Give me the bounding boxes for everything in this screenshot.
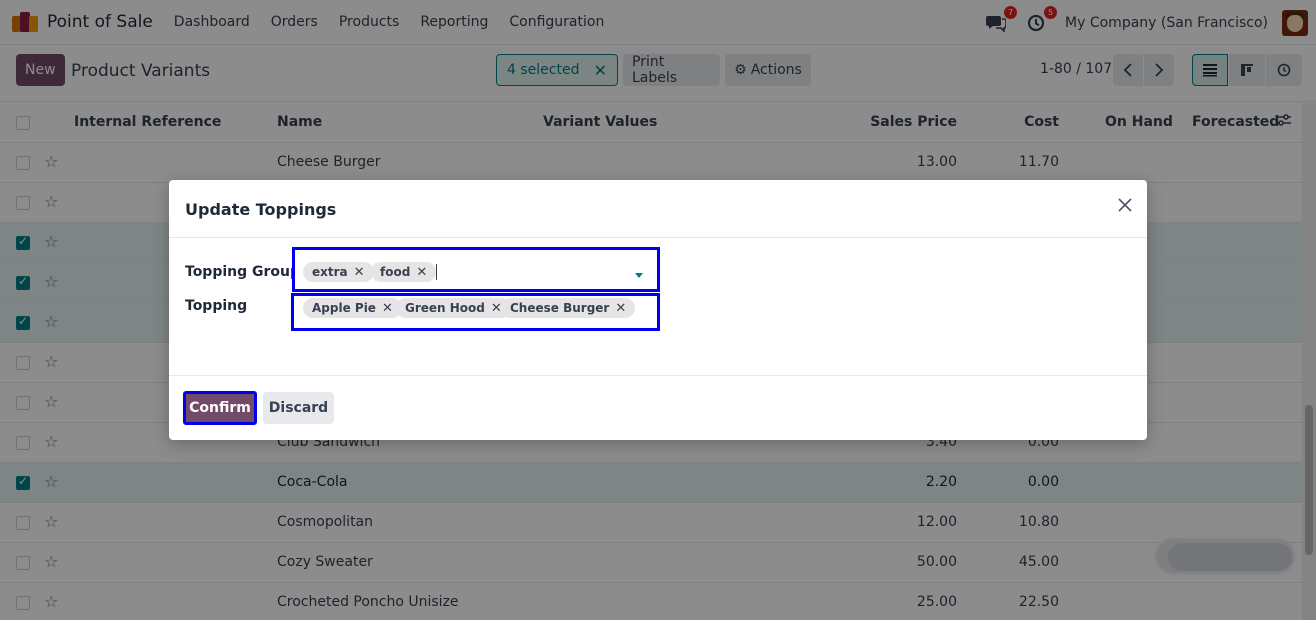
tag-label: food xyxy=(380,265,411,279)
remove-tag-icon[interactable]: ✕ xyxy=(354,265,365,280)
tag-label: Cheese Burger xyxy=(510,301,610,315)
topping-groups-field[interactable]: extra ✕ food ✕ xyxy=(292,247,660,292)
tag-apple-pie: Apple Pie ✕ xyxy=(303,298,402,318)
remove-tag-icon[interactable]: ✕ xyxy=(615,301,626,316)
modal-header: Update Toppings xyxy=(169,180,1147,238)
topping-groups-label: Topping Groups xyxy=(185,264,309,280)
tag-green-hood: Green Hood ✕ xyxy=(396,298,511,318)
tag-label: Apple Pie xyxy=(312,301,376,315)
dropdown-arrow-icon[interactable] xyxy=(635,273,643,278)
update-toppings-dialog: Update Toppings Topping Groups extra ✕ f… xyxy=(169,180,1147,440)
tag-cheese-burger: Cheese Burger ✕ xyxy=(501,298,636,318)
close-icon[interactable] xyxy=(1117,196,1133,218)
tag-food: food ✕ xyxy=(371,262,437,282)
discard-button[interactable]: Discard xyxy=(263,392,334,424)
tag-label: extra xyxy=(312,265,348,279)
modal-title: Update Toppings xyxy=(185,200,337,219)
tag-extra: extra ✕ xyxy=(303,262,374,282)
topping-label: Topping xyxy=(185,298,248,314)
modal-footer: Confirm Discard xyxy=(169,375,1147,440)
topping-field[interactable]: Apple Pie ✕ Green Hood ✕ Cheese Burger ✕ xyxy=(291,293,660,331)
tag-label: Green Hood xyxy=(405,301,485,315)
text-cursor xyxy=(436,264,437,280)
remove-tag-icon[interactable]: ✕ xyxy=(416,265,427,280)
confirm-button[interactable]: Confirm xyxy=(183,391,257,425)
remove-tag-icon[interactable]: ✕ xyxy=(382,301,393,316)
